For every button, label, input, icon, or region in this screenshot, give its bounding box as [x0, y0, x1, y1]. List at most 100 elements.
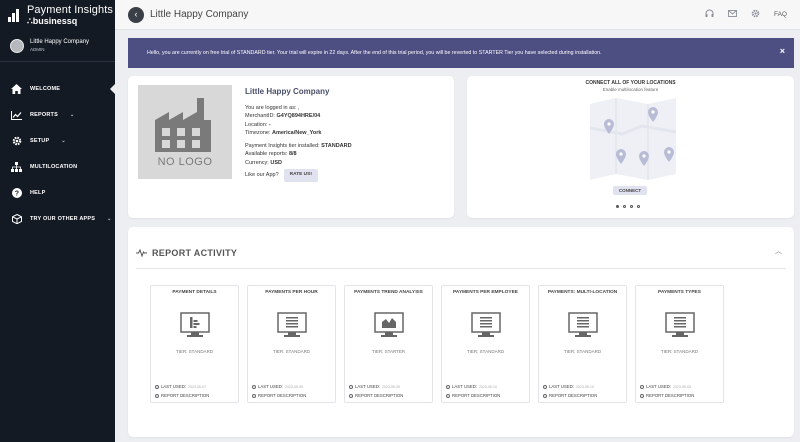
gear-icon — [11, 136, 22, 147]
report-tier: TIER: STANDARD — [466, 349, 505, 354]
company-logo-placeholder: NO LOGO — [138, 85, 232, 179]
chevron-left-icon: ‹ — [134, 9, 138, 19]
faq-link[interactable]: FAQ — [774, 11, 787, 18]
last-used-row: LAST USED: 2023-05-09 — [252, 384, 303, 389]
currency-row: Currency: USD — [245, 159, 282, 166]
chevron-down-icon: ⌄ — [70, 112, 75, 118]
sidebar-item-setup[interactable]: SETUP ⌄ — [0, 128, 115, 154]
reports-row: Available reports: 8/8 — [245, 151, 297, 157]
clock-icon — [543, 384, 547, 389]
report-tier: TIER: STARTER — [371, 349, 406, 354]
clock-icon — [349, 384, 353, 389]
last-used-row: LAST USED: 2023-05-03 — [640, 384, 691, 389]
clock-icon — [446, 384, 450, 389]
sidebar: Payment Insights ∴businessq Little Happy… — [0, 0, 116, 442]
info-icon — [446, 393, 450, 398]
connect-locations-card: CONNECT ALL OF YOUR LOCATIONS Enable mul… — [467, 76, 794, 218]
back-button[interactable]: ‹ — [128, 6, 144, 23]
brand-subtitle: ∴businessq — [27, 15, 78, 26]
report-name: PAYMENTS: MULTI-LOCATION — [547, 290, 618, 295]
user-profile[interactable]: Little Happy Company ADMIN — [0, 30, 115, 62]
info-icon — [543, 393, 547, 398]
last-used-row: LAST USED: 2023-05-07 — [155, 384, 206, 389]
map-illustration — [582, 98, 682, 180]
brand[interactable]: Payment Insights ∴businessq — [0, 0, 115, 30]
list-report-icon — [568, 312, 598, 337]
merchant-id-row: MerchantID: G4YQ894HRE/04 — [245, 113, 321, 119]
list-report-icon — [665, 312, 695, 337]
rate-us-button[interactable]: RATE US! — [283, 169, 318, 182]
carousel-dot[interactable] — [637, 205, 640, 208]
cube-icon — [11, 214, 22, 225]
report-name: PAYMENT DETAILS — [172, 290, 217, 295]
report-activity-panel: REPORT ACTIVITY ︿ PAYMENT DETAILS TIER: … — [128, 227, 794, 437]
report-tile-payments-trend-analysis[interactable]: PAYMENTS TREND ANALYSIS TIER: STARTER LA… — [344, 285, 433, 403]
gear-icon[interactable] — [751, 9, 760, 20]
sidebar-item-help[interactable]: ? HELP — [0, 180, 115, 206]
info-icon — [155, 393, 159, 398]
sidebar-item-welcome[interactable]: WELCOME — [0, 76, 116, 102]
avatar — [10, 38, 24, 53]
report-description-link[interactable]: REPORT DESCRIPTION — [446, 393, 500, 398]
list-report-icon — [277, 312, 307, 337]
user-name: Little Happy Company — [30, 39, 90, 45]
sidebar-item-other-apps[interactable]: TRY OUR OTHER APPS ⌄ — [0, 206, 115, 232]
headset-icon[interactable] — [705, 9, 714, 20]
report-description-link[interactable]: REPORT DESCRIPTION — [640, 393, 694, 398]
close-icon[interactable]: × — [780, 47, 785, 56]
report-tile-payments-per-employee[interactable]: PAYMENTS PER EMPLOYEE TIER: STANDARD LAS… — [441, 285, 530, 403]
report-description-link[interactable]: REPORT DESCRIPTION — [252, 393, 306, 398]
report-tile-payments-types[interactable]: PAYMENTS TYPES TIER: STANDARD LAST USED:… — [635, 285, 724, 403]
trial-banner: Hello, you are currently on free trial o… — [128, 38, 794, 68]
sidebar-item-reports[interactable]: REPORTS ⌄ — [0, 102, 115, 128]
report-description-link[interactable]: REPORT DESCRIPTION — [543, 393, 597, 398]
carousel-dot[interactable] — [630, 205, 633, 208]
report-tier: TIER: STANDARD — [563, 349, 602, 354]
bar-chart-icon — [180, 312, 210, 337]
carousel-dots — [616, 205, 640, 208]
chart-line-icon — [11, 110, 22, 121]
connect-title: CONNECT ALL OF YOUR LOCATIONS — [585, 80, 676, 86]
report-tier: TIER: STANDARD — [175, 349, 214, 354]
mail-icon[interactable] — [728, 10, 737, 19]
sitemap-icon — [11, 162, 22, 173]
svg-text:?: ? — [14, 191, 18, 198]
divider — [136, 268, 786, 269]
report-tier: TIER: STANDARD — [272, 349, 311, 354]
location-row: Location: - — [245, 121, 271, 128]
company-info-card: NO LOGO Little Happy Company You are log… — [128, 76, 454, 218]
user-role: ADMIN — [30, 47, 45, 52]
carousel-dot[interactable] — [623, 205, 626, 208]
brand-title: Payment Insights — [27, 3, 113, 16]
sidebar-item-label: TRY OUR OTHER APPS — [30, 216, 96, 222]
clock-icon — [640, 384, 644, 389]
chevron-up-icon[interactable]: ︿ — [775, 246, 782, 256]
last-used-row: LAST USED: 2023-05-10 — [446, 384, 497, 389]
clock-icon — [252, 384, 256, 389]
no-logo-label: NO LOGO — [157, 156, 213, 168]
timezone-row: Timezone: America/New_York — [245, 130, 322, 136]
brand-logo-icon — [8, 8, 22, 22]
sidebar-item-label: WELCOME — [30, 86, 61, 92]
sidebar-nav: WELCOME REPORTS ⌄ SETUP ⌄ MULTILOCATION … — [0, 76, 116, 232]
report-tile-payments-multi-location[interactable]: PAYMENTS: MULTI-LOCATION TIER: STANDARD … — [538, 285, 627, 403]
chevron-down-icon: ⌄ — [61, 138, 66, 144]
report-tile-payment-details[interactable]: PAYMENT DETAILS TIER: STANDARD LAST USED… — [150, 285, 239, 403]
sidebar-item-multilocation[interactable]: MULTILOCATION — [0, 154, 115, 180]
carousel-dot[interactable] — [616, 205, 619, 208]
logged-in-text: You are logged in as: , — [245, 104, 300, 111]
info-icon — [349, 393, 353, 398]
connect-button[interactable]: CONNECT — [613, 186, 647, 195]
report-description-link[interactable]: REPORT DESCRIPTION — [155, 393, 209, 398]
pulse-icon — [136, 244, 147, 262]
tier-row: Payment Insights tier installed: STANDAR… — [245, 142, 352, 149]
report-tier: TIER: STANDARD — [660, 349, 699, 354]
like-app-label: Like our App? — [245, 172, 279, 178]
factory-icon — [155, 98, 211, 152]
report-description-link[interactable]: REPORT DESCRIPTION — [349, 393, 403, 398]
help-icon: ? — [11, 188, 22, 199]
report-name: PAYMENTS TREND ANALYSIS — [354, 290, 423, 295]
report-tile-payments-per-hour[interactable]: PAYMENTS PER HOUR TIER: STANDARD LAST US… — [247, 285, 336, 403]
report-name: PAYMENTS TYPES — [658, 290, 701, 295]
home-icon — [11, 84, 22, 95]
